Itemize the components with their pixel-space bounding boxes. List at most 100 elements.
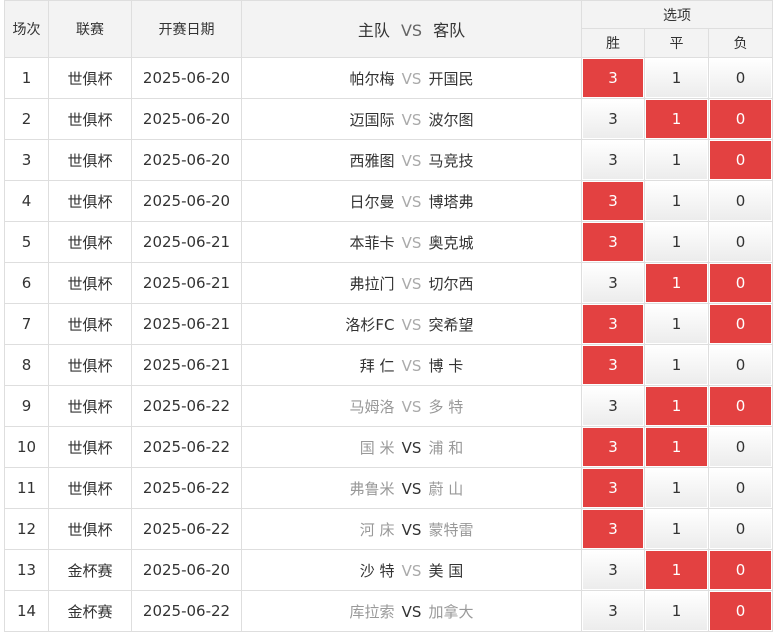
option-draw-button[interactable]: 1 [646,182,707,220]
option-draw-cell: 1 [644,549,709,591]
option-win-button[interactable]: 3 [583,182,643,220]
league-name: 世俱杯 [48,139,132,181]
match-teams: 洛杉FC VS 突希望 [241,303,582,345]
table-row: 3 世俱杯 2025-06-20 西雅图 VS 马竞技 3 1 0 [4,139,774,181]
league-name: 世俱杯 [48,508,132,550]
option-win-button[interactable]: 3 [583,264,643,302]
option-lose-button[interactable]: 0 [710,141,772,179]
away-team: 奥克城 [428,233,474,252]
option-lose-button[interactable]: 0 [710,305,772,343]
option-draw-button[interactable]: 1 [646,100,707,138]
header-home: 主队 [357,21,390,40]
option-win-cell: 3 [581,426,645,468]
match-date: 2025-06-22 [131,508,242,550]
option-win-button[interactable]: 3 [583,469,643,507]
option-lose-button[interactable]: 0 [710,428,772,466]
option-lose-button[interactable]: 0 [710,264,772,302]
option-win-cell: 3 [581,57,645,99]
option-win-button[interactable]: 3 [583,223,643,261]
away-team: 博塔弗 [428,192,474,211]
home-team: 拜 仁 [359,356,395,375]
header-away: 客队 [433,21,466,40]
home-team: 迈国际 [349,110,395,129]
league-name: 金杯赛 [48,590,132,632]
option-win-button[interactable]: 3 [583,59,643,97]
away-team: 蒙特雷 [428,520,474,539]
option-lose-button[interactable]: 0 [710,346,772,384]
away-team: 加拿大 [428,602,474,621]
match-date: 2025-06-21 [131,262,242,304]
vs-label: VS [401,151,422,170]
option-draw-button[interactable]: 1 [646,428,707,466]
header-draw: 平 [644,28,709,58]
option-draw-button[interactable]: 1 [646,264,707,302]
away-team: 浦 和 [428,438,464,457]
match-date: 2025-06-21 [131,344,242,386]
header-league: 联赛 [48,0,132,58]
option-lose-cell: 0 [707,221,774,263]
vs-label: VS [401,561,422,580]
option-lose-button[interactable]: 0 [710,59,772,97]
match-index: 6 [4,262,49,304]
option-win-button[interactable]: 3 [583,551,643,589]
option-draw-button[interactable]: 1 [646,59,707,97]
match-teams: 迈国际 VS 波尔图 [241,98,582,140]
option-lose-button[interactable]: 0 [710,182,772,220]
option-lose-button[interactable]: 0 [710,592,772,630]
option-lose-button[interactable]: 0 [710,510,772,548]
option-draw-cell: 1 [644,180,709,222]
home-team: 西雅图 [349,151,395,170]
option-draw-button[interactable]: 1 [646,592,707,630]
option-win-button[interactable]: 3 [583,346,643,384]
option-draw-cell: 1 [644,426,709,468]
option-win-button[interactable]: 3 [583,141,643,179]
option-win-cell: 3 [581,467,645,509]
option-draw-button[interactable]: 1 [646,387,707,425]
league-name: 世俱杯 [48,262,132,304]
away-team: 突希望 [428,315,474,334]
option-draw-cell: 1 [644,385,709,427]
home-team: 库拉索 [349,602,395,621]
home-team: 沙 特 [359,561,395,580]
table-row: 8 世俱杯 2025-06-21 拜 仁 VS 博 卡 310 [4,344,774,386]
league-name: 世俱杯 [48,57,132,99]
option-win-cell: 3 [581,139,645,181]
option-draw-button[interactable]: 1 [646,510,707,548]
option-lose-cell: 0 [707,303,774,345]
option-lose-button[interactable]: 0 [710,551,772,589]
option-lose-button[interactable]: 0 [710,469,772,507]
match-index: 3 [4,139,49,181]
option-draw-button[interactable]: 1 [646,141,707,179]
option-win-cell: 3 [581,180,645,222]
option-win-button[interactable]: 3 [583,100,643,138]
option-win-button[interactable]: 3 [583,428,643,466]
league-name: 世俱杯 [48,180,132,222]
option-win-button[interactable]: 3 [583,510,643,548]
option-lose-cell: 0 [707,180,774,222]
option-draw-button[interactable]: 1 [646,223,707,261]
option-draw-button[interactable]: 1 [646,469,707,507]
match-teams: 库拉索 VS 加拿大 [241,590,582,632]
table-row: 13 金杯赛 2025-06-20 沙 特 VS 美 国 310 [4,549,774,591]
header-win: 胜 [581,28,645,58]
match-index: 11 [4,467,49,509]
option-win-button[interactable]: 3 [583,305,643,343]
table-row: 10 世俱杯 2025-06-22 国 米 VS 浦 和310 [4,426,774,468]
match-index: 4 [4,180,49,222]
option-draw-button[interactable]: 1 [646,305,707,343]
away-team: 博 卡 [428,356,464,375]
option-win-button[interactable]: 3 [583,592,643,630]
option-win-button[interactable]: 3 [583,387,643,425]
option-lose-button[interactable]: 0 [710,223,772,261]
match-teams: 国 米 VS 浦 和 [241,426,582,468]
option-draw-button[interactable]: 1 [646,346,707,384]
match-index: 9 [4,385,49,427]
away-team: 波尔图 [428,110,474,129]
option-lose-button[interactable]: 0 [710,387,772,425]
option-draw-button[interactable]: 1 [646,551,707,589]
home-team: 日尔曼 [349,192,395,211]
option-lose-cell: 0 [707,139,774,181]
match-index: 12 [4,508,49,550]
option-lose-button[interactable]: 0 [710,100,772,138]
table-row: 7 世俱杯 2025-06-21 洛杉FC VS 突希望 3 1 0 [4,303,774,345]
